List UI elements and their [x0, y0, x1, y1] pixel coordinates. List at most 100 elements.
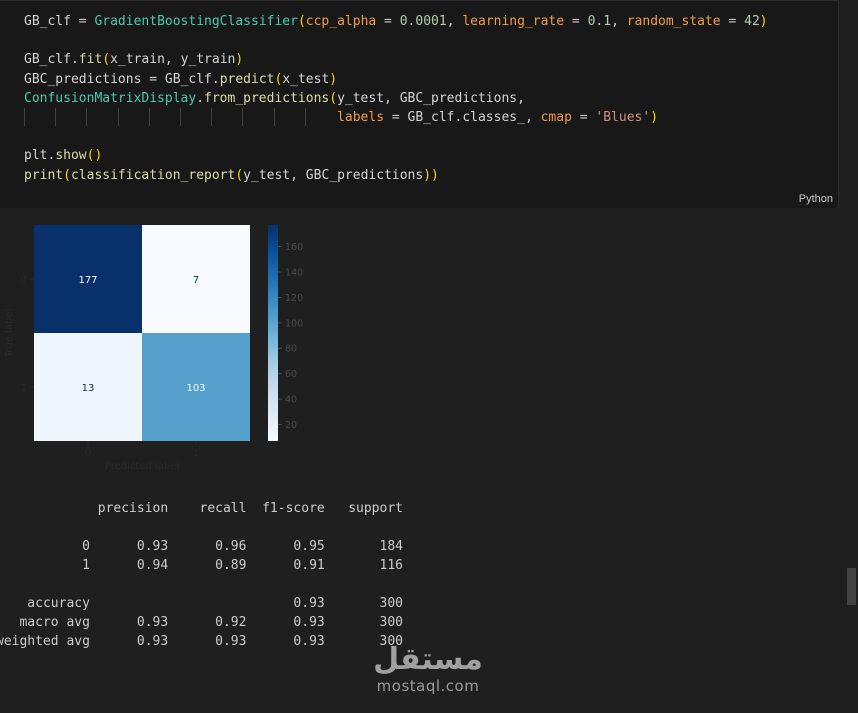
code-token: print: [24, 167, 64, 183]
watermark-latin: mostaql.com: [376, 677, 480, 695]
code-token: =: [376, 14, 400, 29]
code-line[interactable]: labels = GB_clf.classes_, cmap = 'Blues'…: [24, 108, 768, 127]
code-token: ,: [517, 90, 525, 106]
indent-guide: [55, 108, 57, 126]
code-token: 0.1: [587, 14, 612, 29]
code-token: ): [759, 14, 768, 29]
code-token: y_train: [180, 52, 236, 68]
indent-guide: [304, 108, 306, 126]
indent-guide: [180, 108, 181, 126]
code-line[interactable]: plt.show(): [24, 146, 768, 165]
language-label[interactable]: Python: [799, 193, 833, 205]
code-token: learning_rate: [462, 14, 565, 29]
report-row: 0 0.93 0.96 0.95 184: [0, 539, 403, 554]
code-token: (: [63, 167, 71, 183]
output-scrollbar-thumb[interactable]: [847, 568, 856, 605]
indent-guide: [273, 108, 275, 126]
x-tick-label-1: 1: [193, 448, 199, 459]
report-row: weighted avg 0.93 0.93 0.93 300: [0, 634, 403, 649]
code-token: x_train: [110, 52, 165, 68]
code-token: GB_clf: [24, 14, 71, 29]
confusion-matrix-plot: 177 7 13 103 0 1 0 1 Predicted label True label 20…: [4, 225, 303, 472]
report-row: 1 0.94 0.89 0.91 116: [0, 558, 403, 573]
code-token: (): [86, 148, 103, 164]
mostaql-watermark: مستقل mostaql.com: [372, 642, 484, 695]
code-token: classification_report: [70, 167, 236, 183]
code-token: 'Blues': [595, 109, 651, 125]
indent-guide: [211, 108, 213, 126]
cell-output: 177 7 13 103 0 1 0 1 Predicted label True label 20…: [0, 208, 858, 713]
code-token: x_test: [282, 71, 330, 87]
colorbar-tick-label-4: 100: [285, 318, 303, 329]
code-token: ): [650, 109, 659, 125]
code-token: (: [102, 52, 111, 68]
code-line[interactable]: GBC_predictions = GB_clf.predict(x_test): [24, 70, 768, 89]
colorbar-tick-label-2: 60: [285, 369, 297, 380]
code-token: ,: [384, 90, 400, 106]
code-token: GradientBoostingClassifier: [94, 14, 298, 29]
code-cell[interactable]: GB_clf = GradientBoostingClassifier(ccp_…: [0, 0, 839, 209]
code-token: ,: [611, 14, 627, 29]
code-token: .: [211, 71, 220, 87]
code-token: plt: [24, 148, 48, 164]
report-blank: [0, 518, 403, 537]
report-header: precision recall f1-score support: [0, 501, 403, 516]
code-token: =: [384, 109, 408, 125]
colorbar: [268, 225, 278, 441]
code-token: ConfusionMatrixDisplay: [24, 90, 197, 106]
colorbar-tick-label-3: 80: [285, 344, 297, 355]
code-token: show: [55, 148, 87, 164]
code-token: from_predictions: [204, 90, 330, 106]
x-axis-label: Predicted label: [105, 461, 179, 472]
code-token: =: [70, 14, 95, 29]
colorbar-tick-label-0: 20: [285, 420, 297, 431]
code-token: ccp_alpha: [305, 14, 377, 29]
indent-guide: [117, 108, 119, 126]
code-token: GB_clf: [164, 71, 212, 87]
indent-guide: [24, 108, 25, 126]
matrix-value-1-1: 103: [186, 383, 205, 394]
code-editor[interactable]: GB_clf = GradientBoostingClassifier(ccp_…: [24, 12, 768, 185]
code-token: y_test: [337, 90, 385, 106]
code-token: GBC_predictions: [399, 90, 518, 106]
y-tick-label-1: 1: [21, 383, 27, 394]
code-token: .: [70, 52, 79, 68]
report-row: accuracy 0.93 300: [0, 596, 403, 611]
code-line[interactable]: [24, 127, 768, 146]
code-token: ): [235, 52, 244, 68]
indent-guide: [86, 108, 88, 126]
code-token: y_test: [243, 167, 291, 183]
code-token: GB_clf: [24, 52, 71, 68]
code-token: =: [564, 14, 588, 29]
code-token: predict: [219, 71, 275, 87]
code-token: =: [141, 71, 165, 87]
code-token: ,: [446, 14, 463, 29]
report-row: macro avg 0.93 0.92 0.93 300: [0, 615, 403, 630]
x-tick-label-0: 0: [85, 448, 91, 459]
code-token: ,: [524, 109, 541, 125]
code-token: GB_clf: [407, 109, 455, 125]
code-token: (: [297, 14, 306, 29]
code-token: GBC_predictions: [305, 167, 424, 183]
code-token: classes_: [462, 109, 525, 125]
colorbar-tick-label-1: 40: [285, 395, 297, 406]
colorbar-tick-label-5: 120: [285, 293, 303, 304]
y-tick-label-0: 0: [21, 275, 27, 286]
colorbar-tick-label-6: 140: [285, 268, 303, 279]
code-line[interactable]: GB_clf.fit(x_train, y_train): [24, 50, 768, 69]
code-token: cmap: [540, 109, 572, 125]
code-token: labels: [337, 109, 385, 125]
code-line[interactable]: [24, 31, 768, 50]
code-token: =: [720, 14, 745, 29]
code-token: 0.0001: [399, 14, 447, 29]
code-token: GBC_predictions: [24, 71, 142, 87]
matrix-value-0-1: 7: [193, 275, 199, 286]
code-line[interactable]: ConfusionMatrixDisplay.from_predictions(…: [24, 89, 768, 108]
code-line[interactable]: GB_clf = GradientBoostingClassifier(ccp_…: [24, 12, 768, 31]
code-line[interactable]: print(classification_report(y_test, GBC_…: [24, 166, 768, 185]
code-token: ,: [290, 167, 306, 183]
code-token: )): [423, 167, 439, 183]
code-token: fit: [78, 52, 103, 68]
y-axis-label: True label: [4, 309, 15, 359]
code-token: 42: [744, 14, 760, 29]
